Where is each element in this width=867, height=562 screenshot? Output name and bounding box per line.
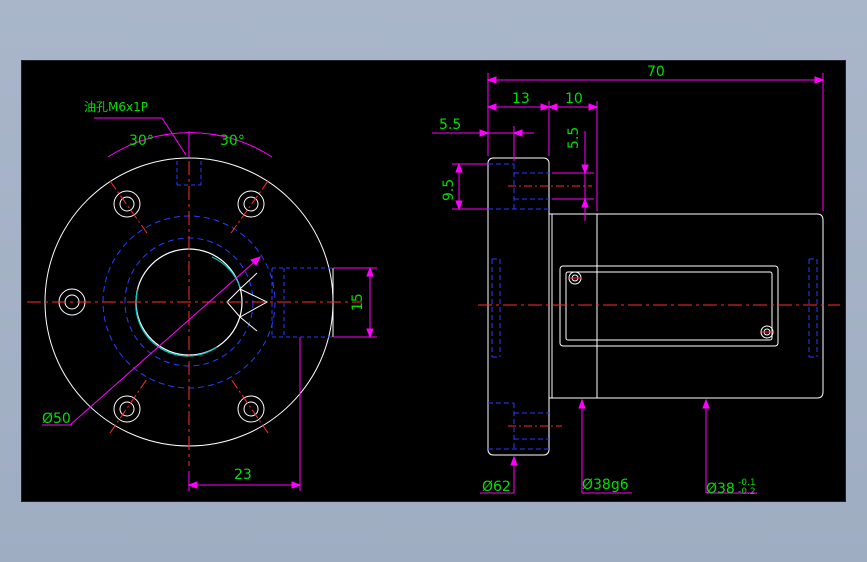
seal-arc [135,288,218,357]
dim-9-5-label: 9.5 [441,179,457,201]
angle-left-label: 30° [129,133,154,149]
oil-hole-label: 油孔M6x1P [84,100,148,114]
bolt-hole-bottom-right [237,395,265,423]
front-view [27,136,362,466]
diameter-38-label: Ø38 [706,481,735,497]
center-line-diag-a [109,180,148,234]
diameter-50-label: Ø50 [42,411,71,427]
tolerance-lower-label: -0.2 [738,487,756,497]
chamfer-marker [226,288,269,318]
side-view-dimensions [432,73,825,494]
bolt-hole-bottom-left [113,395,141,423]
diameter-38g6-label: Ø38g6 [582,477,629,493]
center-line-diag-b [230,180,269,234]
window-slot-outer [559,265,779,347]
front-view-dimensions [42,117,377,491]
dim-5-5-horizontal-label: 5.5 [439,117,461,133]
body-side [549,213,824,399]
bolt-hole-top-left [113,190,141,218]
dim-10-label: 10 [565,91,583,107]
dim-23-label: 23 [234,467,252,483]
dim-70-label: 70 [647,64,665,80]
dim-5-5-vertical-label: 5.5 [566,127,582,149]
dimension-texts: 油孔M6x1P 30° 30° Ø50 23 15 70 13 10 5.5 5… [42,64,756,497]
center-line-diag-d [230,378,269,434]
flange-side [487,157,550,456]
center-line-diag-c [109,378,148,434]
cad-viewport[interactable]: 油孔M6x1P 30° 30° Ø50 23 15 70 13 10 5.5 5… [21,60,846,502]
angle-right-label: 30° [220,133,245,149]
drawing-canvas[interactable]: 油孔M6x1P 30° 30° Ø50 23 15 70 13 10 5.5 5… [22,61,847,503]
seal-arc-top [211,256,241,288]
diameter-62-label: Ø62 [482,479,511,495]
bolt-hole-top-right [237,190,265,218]
side-view [478,157,840,456]
dim-15-label: 15 [350,293,366,311]
dim-13-label: 13 [512,91,530,107]
